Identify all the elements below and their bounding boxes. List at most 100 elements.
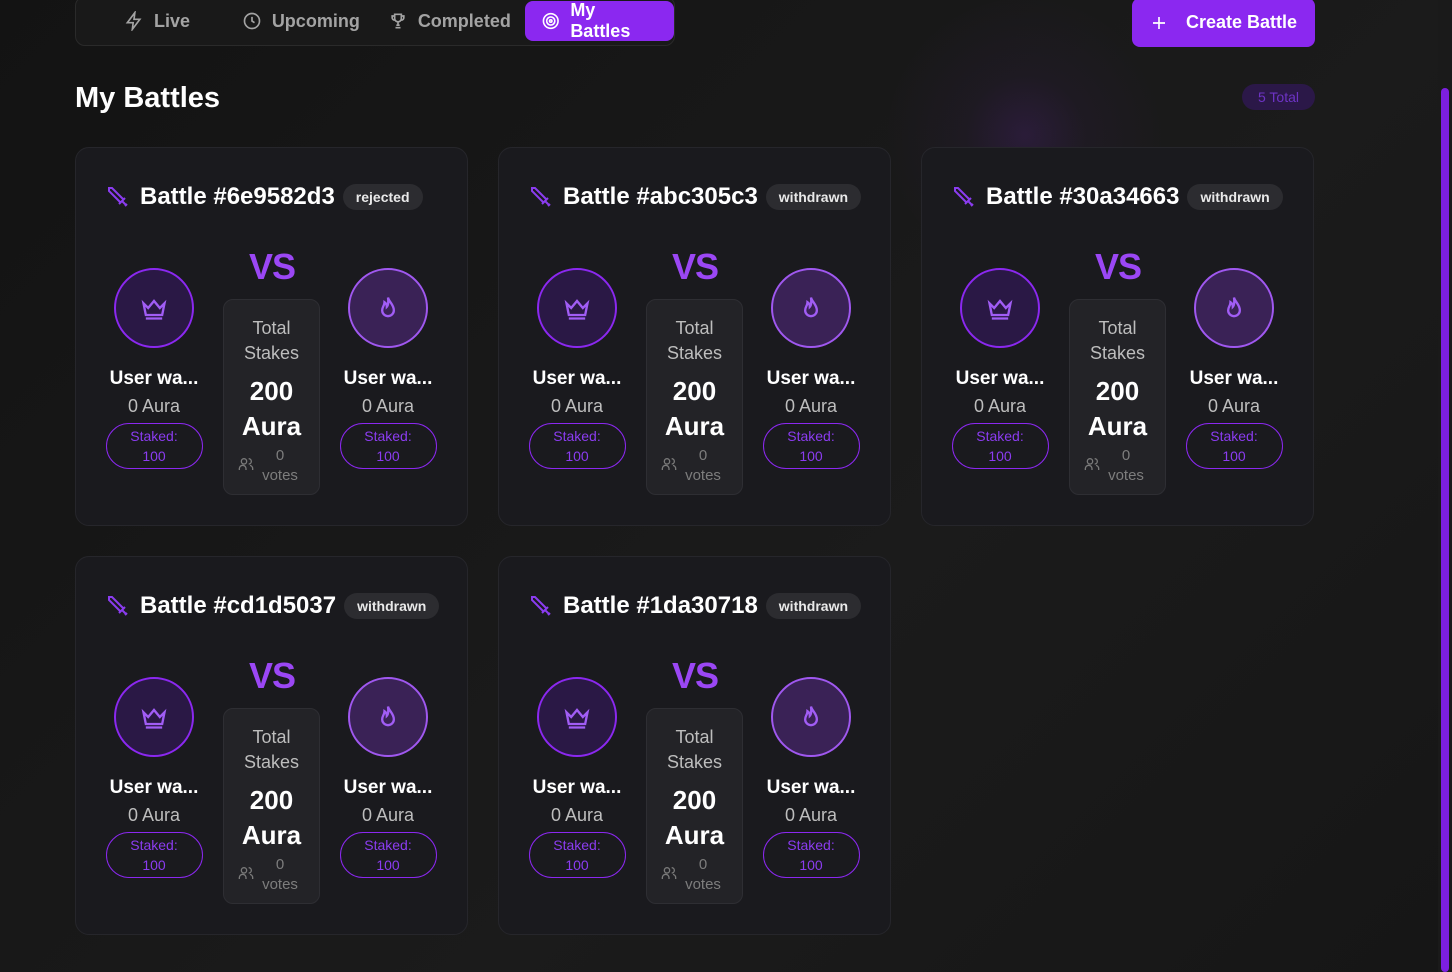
- avatar[interactable]: [114, 268, 194, 348]
- avatar[interactable]: [114, 677, 194, 757]
- users-icon: [1084, 458, 1100, 470]
- users-icon: [238, 867, 254, 879]
- users-icon: [238, 458, 254, 470]
- battle-card[interactable]: Battle #6e9582d3 rejected VS User wa... …: [75, 147, 468, 526]
- tab-upcoming[interactable]: Upcoming: [228, 1, 374, 41]
- battle-card[interactable]: Battle #abc305c3 withdrawn VS User wa...…: [498, 147, 891, 526]
- staked-label: Staked:: [787, 428, 835, 444]
- votes: 0 votes: [1070, 446, 1165, 486]
- tab-my-battles[interactable]: My Battles: [524, 0, 674, 41]
- staked-badge: Staked: 100: [1185, 423, 1283, 469]
- tab-live-label: Live: [154, 10, 191, 31]
- staked-value: 100: [1222, 448, 1246, 464]
- battle-card-header: Battle #cd1d5037 withdrawn: [106, 590, 447, 622]
- player-aura: 0 Aura: [784, 805, 838, 825]
- staked-value: 100: [565, 448, 589, 464]
- create-battle-button[interactable]: Create Battle: [1132, 0, 1315, 47]
- battle-card[interactable]: Battle #1da30718 withdrawn VS User wa...…: [498, 556, 891, 935]
- votes-text: 0 votes: [683, 446, 723, 486]
- avatar[interactable]: [537, 677, 617, 757]
- votes-count: 0: [1121, 447, 1131, 464]
- crown-icon: [987, 299, 1013, 320]
- trophy-icon: [391, 13, 405, 29]
- votes: 0 votes: [224, 446, 319, 486]
- crown-icon: [564, 299, 590, 320]
- player-aura: 0 Aura: [127, 805, 181, 825]
- total-stakes-label: Total Stakes: [666, 318, 723, 363]
- scrollbar-thumb[interactable]: [1441, 88, 1449, 972]
- battle-card[interactable]: Battle #cd1d5037 withdrawn VS User wa...…: [75, 556, 468, 935]
- player-name: User wa...: [766, 777, 856, 798]
- avatar[interactable]: [348, 677, 428, 757]
- player-name: User wa...: [532, 777, 622, 798]
- battle-card-header: Battle #1da30718 withdrawn: [529, 590, 870, 622]
- battle-name: Battle #1da30718: [563, 592, 758, 619]
- avatar[interactable]: [771, 268, 851, 348]
- staked-badge: Staked: 100: [762, 423, 860, 469]
- staked-label: Staked:: [364, 428, 412, 444]
- player-aura: 0 Aura: [550, 396, 604, 416]
- target-icon: [542, 12, 559, 30]
- votes-count: 0: [698, 856, 708, 873]
- player-aura: 0 Aura: [1207, 396, 1261, 416]
- staked-label: Staked:: [364, 837, 412, 853]
- clock-icon: [243, 12, 261, 30]
- scrollbar[interactable]: [1438, 0, 1452, 972]
- battle-card[interactable]: Battle #30a34663 withdrawn VS User wa...…: [921, 147, 1314, 526]
- total-stakes-value: 200 Aura: [1087, 376, 1148, 441]
- staked-badge: Staked: 100: [105, 423, 203, 469]
- staked-value: 100: [988, 448, 1012, 464]
- staked-value: 100: [799, 448, 823, 464]
- player-right: User wa... 0 Aura Staked: 100: [338, 268, 438, 469]
- tab-my-battles-label: My Battles: [570, 0, 631, 41]
- total-stakes-label: Total Stakes: [243, 318, 300, 363]
- tab-completed[interactable]: Completed: [378, 1, 521, 41]
- staked-badge: Staked: 100: [528, 832, 626, 878]
- total-stakes-box: Total Stakes 200 Aura 0 votes: [223, 708, 320, 904]
- battle-card-header: Battle #abc305c3 withdrawn: [529, 181, 870, 213]
- battle-tabs: Live Upcoming Completed My Battles: [75, 0, 675, 46]
- total-stakes-box: Total Stakes 200 Aura 0 votes: [646, 708, 743, 904]
- battle-name: Battle #abc305c3: [563, 183, 758, 210]
- staked-badge: Staked: 100: [528, 423, 626, 469]
- votes-count: 0: [275, 447, 285, 464]
- player-right: User wa... 0 Aura Staked: 100: [761, 268, 861, 469]
- player-aura: 0 Aura: [973, 396, 1027, 416]
- vs-label: VS: [248, 655, 296, 696]
- total-stakes-value: 200 Aura: [664, 376, 725, 441]
- status-badge: rejected: [342, 184, 423, 210]
- player-name: User wa...: [532, 368, 622, 389]
- votes-label: votes: [262, 467, 298, 484]
- staked-label: Staked:: [1210, 428, 1258, 444]
- total-count-badge: 5 Total: [1242, 84, 1315, 110]
- staked-label: Staked:: [553, 837, 601, 853]
- vs-label: VS: [671, 246, 719, 287]
- flame-icon: [380, 297, 396, 318]
- staked-value: 100: [799, 857, 823, 873]
- vs-label: VS: [248, 246, 296, 287]
- avatar[interactable]: [348, 268, 428, 348]
- player-aura: 0 Aura: [550, 805, 604, 825]
- player-name: User wa...: [766, 368, 856, 389]
- total-stakes-box: Total Stakes 200 Aura 0 votes: [223, 299, 320, 495]
- status-badge: withdrawn: [1187, 184, 1283, 210]
- status-badge: withdrawn: [344, 593, 440, 619]
- avatar[interactable]: [960, 268, 1040, 348]
- avatar[interactable]: [771, 677, 851, 757]
- player-name: User wa...: [343, 368, 433, 389]
- flame-icon: [803, 706, 819, 727]
- staked-value: 100: [376, 857, 400, 873]
- avatar[interactable]: [537, 268, 617, 348]
- staked-badge: Staked: 100: [339, 423, 437, 469]
- sword-icon: [954, 187, 974, 207]
- battle-card-header: Battle #30a34663 withdrawn: [952, 181, 1293, 213]
- votes-text: 0 votes: [260, 855, 300, 895]
- avatar[interactable]: [1194, 268, 1274, 348]
- crown-icon: [141, 708, 167, 729]
- tab-live[interactable]: Live: [80, 1, 228, 41]
- total-stakes-box: Total Stakes 200 Aura 0 votes: [646, 299, 743, 495]
- sword-icon: [108, 596, 128, 616]
- total-stakes-label: Total Stakes: [1089, 318, 1146, 363]
- flame-icon: [1226, 297, 1242, 318]
- staked-value: 100: [376, 448, 400, 464]
